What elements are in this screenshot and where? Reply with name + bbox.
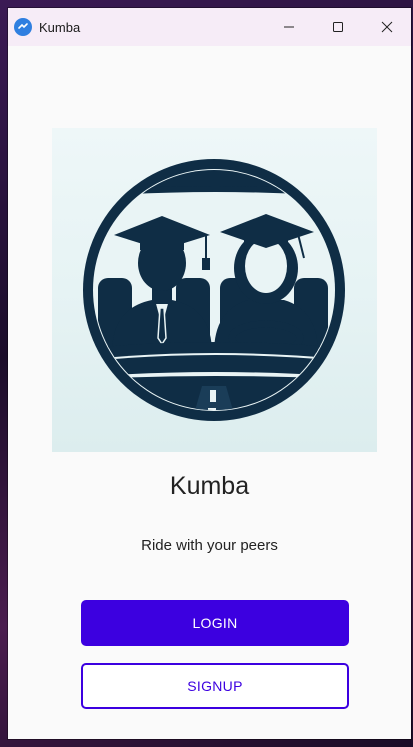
- signup-button[interactable]: SIGNUP: [81, 663, 349, 709]
- hero-image: [52, 128, 377, 452]
- close-button[interactable]: [362, 8, 411, 46]
- maximize-button[interactable]: [313, 8, 362, 46]
- minimize-button[interactable]: [264, 8, 313, 46]
- minimize-icon: [283, 26, 294, 28]
- tagline-text: Ride with your peers: [141, 537, 278, 554]
- app-logo-icon: [14, 18, 32, 36]
- title-bar[interactable]: Kumba: [8, 8, 411, 46]
- app-name-heading: Kumba: [169, 472, 250, 500]
- maximize-icon: [332, 22, 343, 32]
- close-icon: [381, 21, 392, 33]
- window-controls: [264, 8, 411, 46]
- students-driving-illustration: [83, 159, 345, 421]
- main-content: Kumba Ride with your peers LOGIN SIGNUP: [8, 46, 411, 739]
- window-title: Kumba: [39, 19, 81, 35]
- login-button[interactable]: LOGIN: [81, 600, 349, 646]
- app-window: Kumba Kumba Ride with your peers LOGIN S…: [8, 8, 411, 739]
